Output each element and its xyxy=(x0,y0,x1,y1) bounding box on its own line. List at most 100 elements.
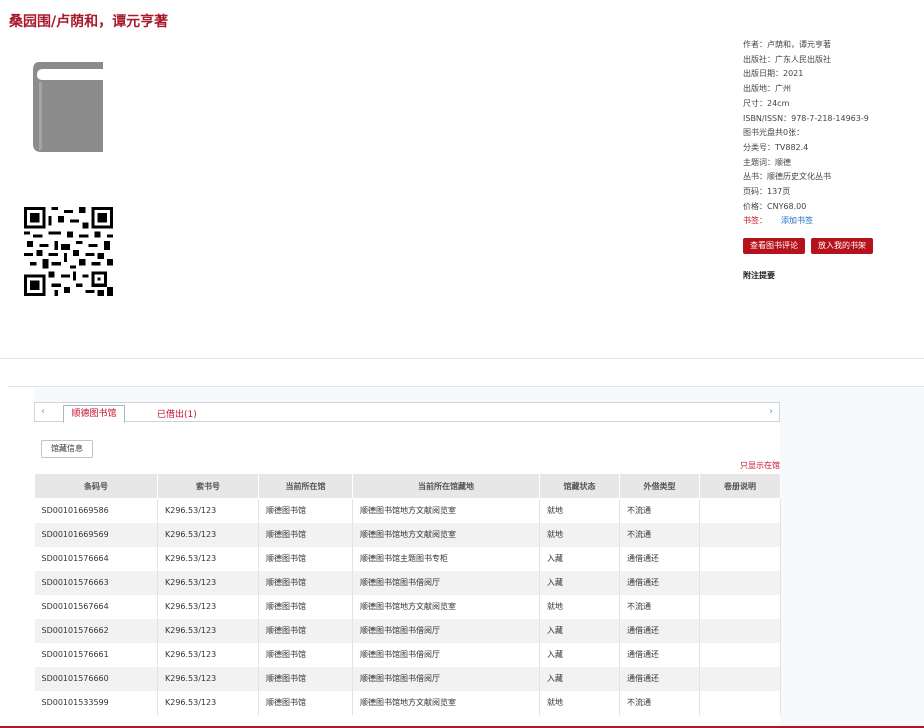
volume-note-cell xyxy=(699,666,781,691)
status-cell: 就地 xyxy=(539,498,620,523)
table-row: SD00101576660 K296.53/123 顺德图书馆 顺德图书馆图书借阅厅入… xyxy=(34,666,781,691)
table-row: SD00101576664 K296.53/123 顺德图书馆 顺德图书馆主题图书专柜… xyxy=(34,546,781,571)
loan-type-cell: 不流通 xyxy=(619,522,700,547)
column-header: 当前所在馆 xyxy=(258,473,353,499)
call-number-cell: K296.53/123 xyxy=(157,498,259,523)
table-row: SD00101669569 K296.53/123 顺德图书馆 顺德图书馆地方文献阅览… xyxy=(34,522,781,547)
volume-note-cell xyxy=(699,690,781,715)
table-row: SD00101576661 K296.53/123 顺德图书馆 顺德图书馆图书借阅厅入… xyxy=(34,642,781,667)
table-row: SD00101576662 K296.53/123 顺德图书馆 顺德图书馆图书借阅厅入… xyxy=(34,618,781,643)
tab-holdings-info[interactable]: 馆藏信息 xyxy=(41,440,93,458)
library-cell: 顺德图书馆 xyxy=(258,690,353,715)
status-cell: 入藏 xyxy=(539,618,620,643)
volume-note-cell xyxy=(699,498,781,523)
holdings-table: 条码号 索书号 当前所在馆 当前所在馆藏地 馆藏状态 外借类型 卷册说明 SD0… xyxy=(34,473,781,715)
meta-pub-date: 出版日期：2021 xyxy=(743,69,804,79)
meta-class-number: 分类号：TV882.4 xyxy=(743,142,809,152)
loan-type-cell: 不流通 xyxy=(619,690,700,715)
meta-size: 尺寸：24cm xyxy=(743,98,790,108)
column-header: 卷册说明 xyxy=(699,473,781,499)
barcode-cell: SD00101576663 xyxy=(34,570,158,595)
meta-publisher: 出版社：广东人民出版社 xyxy=(743,54,831,64)
location-cell: 顺德图书馆主题图书专柜 xyxy=(352,546,540,571)
location-cell: 顺德图书馆图书借阅厅 xyxy=(352,618,540,643)
book-icon xyxy=(33,62,103,152)
loan-type-cell: 通借通还 xyxy=(619,666,700,691)
location-cell: 顺德图书馆地方文献阅览室 xyxy=(352,594,540,619)
volume-note-cell xyxy=(699,522,781,547)
tab-prev-icon[interactable]: ‹ xyxy=(41,406,45,417)
loan-type-cell: 通借通还 xyxy=(619,570,700,595)
barcode-cell: SD00101576661 xyxy=(34,642,158,667)
call-number-cell: K296.53/123 xyxy=(157,522,259,547)
barcode-cell: SD00101669569 xyxy=(34,522,158,547)
column-header: 条码号 xyxy=(34,473,158,499)
call-number-cell: K296.53/123 xyxy=(157,594,259,619)
call-number-cell: K296.53/123 xyxy=(157,546,259,571)
column-header: 索书号 xyxy=(157,473,259,499)
location-cell: 顺德图书馆地方文献阅览室 xyxy=(352,498,540,523)
meta-subject: 主题词：顺德 xyxy=(743,157,791,167)
barcode-cell: SD00101576662 xyxy=(34,618,158,643)
call-number-cell: K296.53/123 xyxy=(157,666,259,691)
tab-checked-out[interactable]: 已借出(1) xyxy=(157,407,197,420)
table-row: SD00101567664 K296.53/123 顺德图书馆 顺德图书馆地方文献阅览… xyxy=(34,594,781,619)
call-number-cell: K296.53/123 xyxy=(157,642,259,667)
view-reviews-button[interactable]: 查看图书评论 xyxy=(743,238,805,254)
book-title: 桑园围/卢荫和，谭元亨著 xyxy=(9,14,169,30)
status-cell: 入藏 xyxy=(539,642,620,667)
library-cell: 顺德图书馆 xyxy=(258,594,353,619)
library-cell: 顺德图书馆 xyxy=(258,498,353,523)
table-header-row: 条码号 索书号 当前所在馆 当前所在馆藏地 馆藏状态 外借类型 卷册说明 xyxy=(34,473,781,499)
qr-code-icon xyxy=(24,207,113,296)
volume-note-cell xyxy=(699,618,781,643)
status-cell: 入藏 xyxy=(539,570,620,595)
library-cell: 顺德图书馆 xyxy=(258,666,353,691)
bookmark-label: 书签： xyxy=(743,216,767,226)
status-cell: 就地 xyxy=(539,594,620,619)
tab-next-icon[interactable]: › xyxy=(769,406,773,417)
location-cell: 顺德图书馆图书借阅厅 xyxy=(352,570,540,595)
loan-type-cell: 通借通还 xyxy=(619,642,700,667)
loan-type-cell: 不流通 xyxy=(619,594,700,619)
location-cell: 顺德图书馆图书借阅厅 xyxy=(352,666,540,691)
meta-discs: 图书光盘共0张： xyxy=(743,128,805,138)
meta-author: 作者：卢荫和，谭元亨著 xyxy=(743,40,831,49)
loan-type-cell: 通借通还 xyxy=(619,618,700,643)
meta-price: 价格：CNY68.00 xyxy=(743,201,807,211)
volume-note-cell xyxy=(699,570,781,595)
meta-pub-place: 出版地：广州 xyxy=(743,84,791,94)
library-cell: 顺德图书馆 xyxy=(258,546,353,571)
table-row: SD00101669586 K296.53/123 顺德图书馆 顺德图书馆地方文献阅览… xyxy=(34,498,781,523)
volume-note-cell xyxy=(699,546,781,571)
meta-series: 丛书：顺德历史文化丛书 xyxy=(743,172,831,182)
call-number-cell: K296.53/123 xyxy=(157,618,259,643)
book-metadata: 作者：卢荫和，谭元亨著 出版社：广东人民出版社 出版日期：2021 出版地：广州… xyxy=(743,38,923,229)
library-cell: 顺德图书馆 xyxy=(258,570,353,595)
volume-note-cell xyxy=(699,642,781,667)
status-cell: 就地 xyxy=(539,690,620,715)
location-cell: 顺德图书馆地方文献阅览室 xyxy=(352,690,540,715)
status-cell: 就地 xyxy=(539,522,620,547)
column-header: 馆藏状态 xyxy=(539,473,620,499)
loan-type-cell: 通借通还 xyxy=(619,546,700,571)
library-cell: 顺德图书馆 xyxy=(258,522,353,547)
add-bookmark-link[interactable]: 添加书签 xyxy=(781,216,813,225)
barcode-cell: SD00101669586 xyxy=(34,498,158,523)
barcode-cell: SD00101533599 xyxy=(34,690,158,715)
library-cell: 顺德图书馆 xyxy=(258,642,353,667)
call-number-cell: K296.53/123 xyxy=(157,690,259,715)
show-in-library-only-link[interactable]: 只显示在馆 xyxy=(740,460,780,471)
column-header: 外借类型 xyxy=(619,473,700,499)
meta-bookmark: 书签： 添加书签 xyxy=(743,214,923,229)
meta-pages: 页码：137页 xyxy=(743,187,791,197)
table-row: SD00101576663 K296.53/123 顺德图书馆 顺德图书馆图书借阅厅入… xyxy=(34,570,781,595)
library-tabs: ‹ 顺德图书馆 已借出(1) › xyxy=(34,402,780,423)
call-number-cell: K296.53/123 xyxy=(157,570,259,595)
status-cell: 入藏 xyxy=(539,666,620,691)
notes-summary-heading: 附注提要 xyxy=(743,271,775,280)
add-to-shelf-button[interactable]: 放入我的书架 xyxy=(811,238,873,254)
barcode-cell: SD00101567664 xyxy=(34,594,158,619)
tab-shunde-library[interactable]: 顺德图书馆 xyxy=(63,405,125,423)
location-cell: 顺德图书馆图书借阅厅 xyxy=(352,642,540,667)
